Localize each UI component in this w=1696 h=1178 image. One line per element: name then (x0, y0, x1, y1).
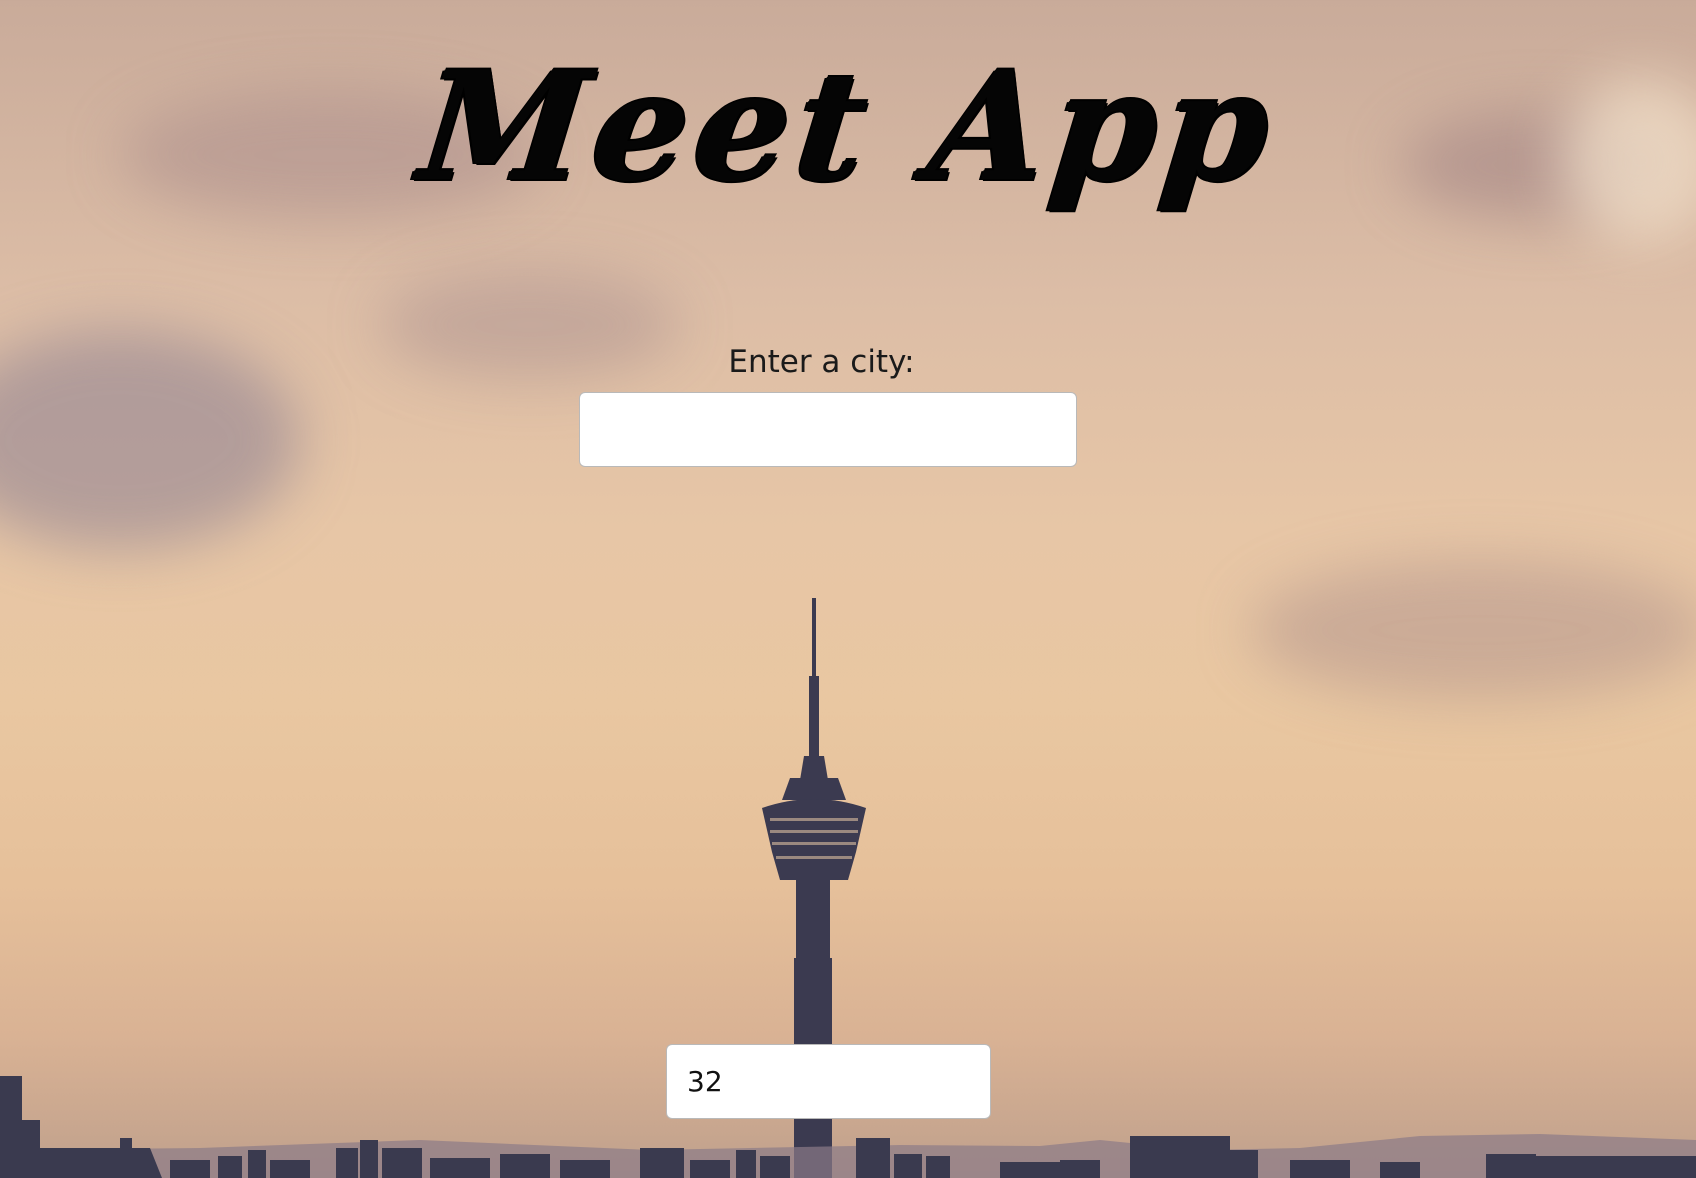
app-title: Meet App (412, 39, 1284, 215)
number-of-events-input[interactable] (666, 1044, 991, 1119)
city-search-label: Enter a city: (728, 344, 915, 380)
city-search-input[interactable] (579, 392, 1077, 467)
